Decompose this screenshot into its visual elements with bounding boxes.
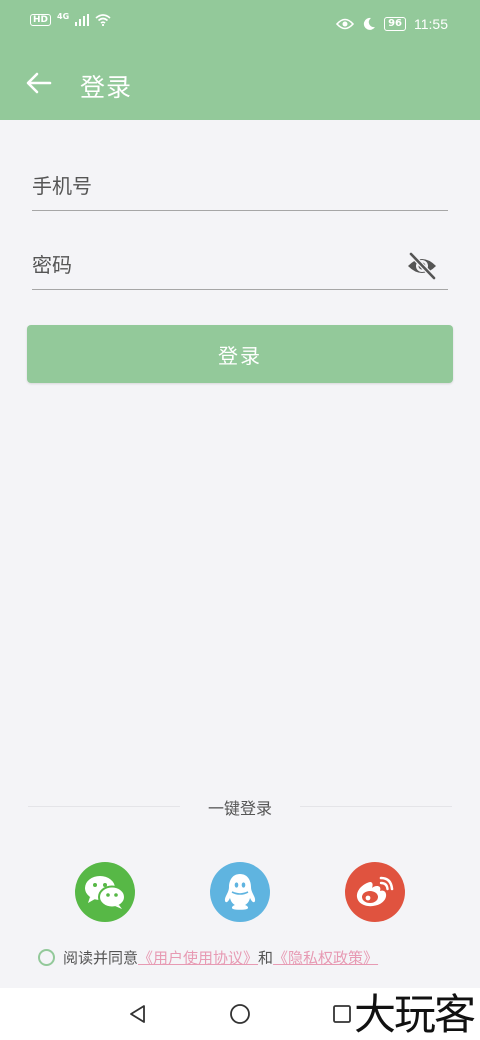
password-input[interactable] (32, 243, 392, 287)
battery-level: 96 (384, 17, 406, 31)
login-screen: HD 4G 96 11:55 登录 手机号 登录 一键登录 阅读并同意 《用户使… (0, 0, 480, 1040)
phone-field (32, 164, 448, 211)
password-field (32, 243, 448, 290)
eye-comfort-icon (336, 18, 355, 30)
moon-icon (363, 17, 376, 30)
weibo-login-button[interactable] (345, 862, 405, 922)
agree-radio[interactable] (38, 948, 55, 966)
qq-icon (224, 874, 256, 910)
status-time: 11:55 (414, 16, 448, 32)
phone-input[interactable] (32, 164, 392, 208)
divider-line-right (300, 806, 452, 807)
status-bar: HD 4G 96 11:55 (0, 0, 480, 52)
agreement-conjunction: 和 (258, 948, 274, 967)
one-click-divider: 一键登录 (28, 795, 452, 819)
agreement-row: 阅读并同意 《用户使用协议》 和 《隐私权政策》 (38, 946, 378, 968)
arrow-left-icon (26, 72, 52, 94)
nav-back-icon[interactable] (126, 1002, 150, 1026)
wechat-icon (85, 876, 126, 909)
signal-icon (75, 14, 90, 26)
status-right: 96 11:55 (336, 16, 448, 32)
network-type: 4G (57, 11, 70, 21)
hd-badge: HD (30, 14, 52, 26)
status-left: HD 4G (30, 11, 111, 26)
privacy-policy-link[interactable]: 《隐私权政策》 (273, 947, 378, 968)
page-title: 登录 (80, 73, 133, 102)
wechat-login-button[interactable] (75, 862, 135, 922)
qq-login-button[interactable] (210, 862, 270, 922)
weibo-icon (356, 876, 394, 907)
agreement-prefix: 阅读并同意 (63, 948, 139, 967)
nav-home-icon[interactable] (228, 1002, 252, 1026)
login-button[interactable]: 登录 (27, 325, 453, 383)
back-button[interactable] (22, 66, 56, 100)
app-bar: 登录 (0, 52, 480, 120)
user-agreement-link[interactable]: 《用户使用协议》 (138, 947, 258, 968)
wifi-icon (95, 14, 111, 26)
nav-recent-icon[interactable] (330, 1002, 354, 1026)
one-click-label: 一键登录 (207, 799, 272, 818)
watermark-logo: 大玩客 (353, 990, 476, 1039)
eye-off-icon[interactable] (406, 251, 438, 281)
